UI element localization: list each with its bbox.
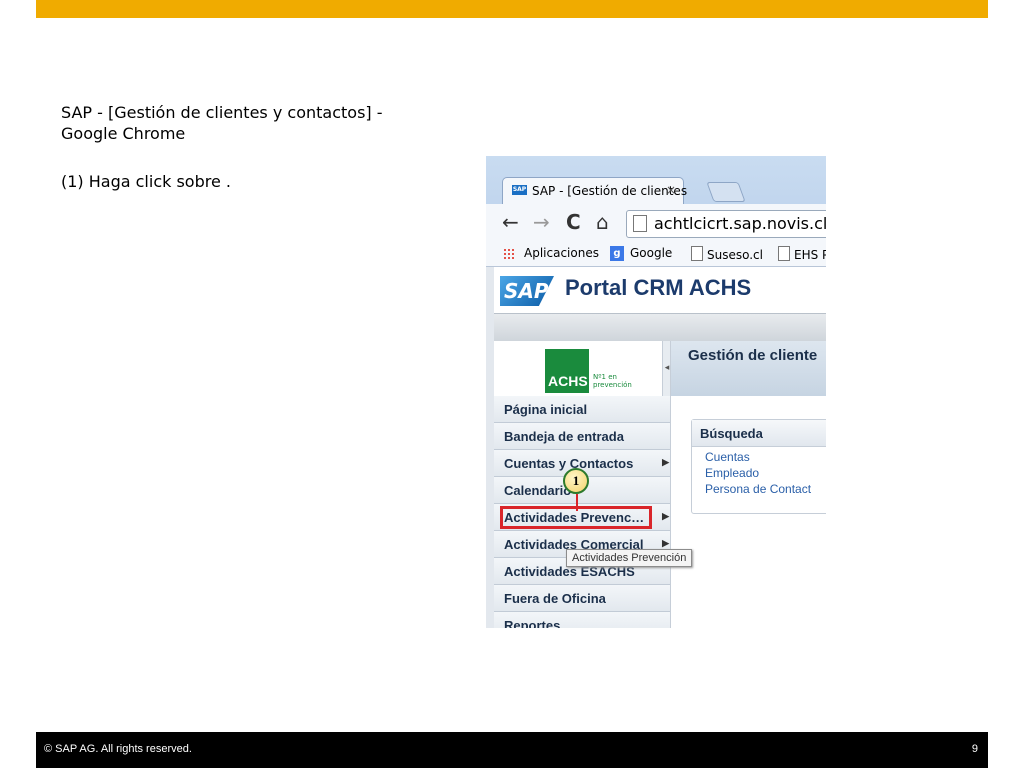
forward-icon[interactable]: → (533, 211, 550, 233)
bookmark-google[interactable]: Google (630, 246, 672, 260)
page-icon (778, 246, 790, 261)
back-icon[interactable]: ← (502, 211, 519, 233)
work-area: Gestión de cliente Búsqueda Cuentas Empl… (670, 341, 826, 628)
nav-item-actividades-prevencion[interactable]: Actividades Prevenc… ▶ (494, 504, 679, 531)
browser-screenshot: SAP SAP - [Gestión de clientes × ← → C ⌂… (486, 156, 826, 628)
tab-title: SAP - [Gestión de clientes (532, 184, 688, 198)
slide-title: SAP - [Gestión de clientes y contactos] … (61, 103, 383, 143)
work-area-title: Gestión de cliente (688, 347, 818, 364)
step-marker: 1 (563, 468, 589, 494)
home-icon[interactable]: ⌂ (596, 211, 609, 233)
footer-copyright: © SAP AG. All rights reserved. (44, 743, 192, 755)
submenu-arrow-icon: ▶ (662, 457, 669, 467)
portal-toolbar (494, 313, 826, 341)
portal-header: SAP Portal CRM ACHS (486, 267, 826, 313)
bookmark-suseso[interactable]: Suseso.cl (691, 246, 763, 262)
slide-footer: © SAP AG. All rights reserved. 9 (36, 732, 988, 768)
page-icon (633, 215, 647, 232)
work-area-header: Gestión de cliente (671, 341, 826, 396)
address-bar[interactable]: achtlcicrt.sap.novis.cl:80 (626, 210, 826, 238)
achs-tagline: Nº1 en prevención (593, 373, 632, 389)
nav-item-reportes[interactable]: Reportes (494, 612, 679, 628)
navigation-menu: Página inicial Bandeja de entrada Cuenta… (494, 396, 679, 628)
search-panel: Búsqueda Cuentas Empleado Persona de Con… (691, 419, 826, 514)
step-instruction: (1) Haga click sobre . (61, 172, 231, 191)
new-tab-button[interactable] (706, 182, 746, 202)
nav-item-bandeja-entrada[interactable]: Bandeja de entrada (494, 423, 679, 450)
portal-title: Portal CRM ACHS (565, 275, 752, 300)
bookmarks-bar: Aplicaciones g Google Suseso.cl EHS P (486, 242, 826, 267)
bookmark-aplicaciones[interactable]: Aplicaciones (524, 246, 599, 260)
submenu-arrow-icon: ▶ (662, 538, 669, 548)
top-accent-bar (36, 0, 988, 18)
nav-item-pagina-inicial[interactable]: Página inicial (494, 396, 679, 423)
submenu-arrow-icon: ▶ (662, 511, 669, 521)
sap-favicon-icon: SAP (512, 185, 527, 195)
browser-toolbar: ← → C ⌂ achtlcicrt.sap.novis.cl:80 (486, 204, 826, 242)
search-link-cuentas[interactable]: Cuentas (705, 450, 750, 464)
page-icon (691, 246, 703, 261)
address-url: achtlcicrt.sap.novis.cl:80 (654, 214, 826, 233)
sap-logo: SAP (500, 276, 554, 306)
tab-close-icon[interactable]: × (666, 183, 676, 197)
search-link-persona-contacto[interactable]: Persona de Contact (705, 482, 811, 496)
reload-icon[interactable]: C (566, 211, 581, 233)
page-number: 9 (971, 743, 978, 755)
apps-icon (503, 248, 515, 260)
achs-logo: ACHS (545, 349, 589, 393)
browser-tab[interactable]: SAP SAP - [Gestión de clientes × (502, 177, 688, 204)
left-frame-strip (486, 313, 494, 628)
bookmark-ehs[interactable]: EHS P (778, 246, 826, 262)
nav-tooltip: Actividades Prevención (566, 549, 693, 567)
search-link-empleado[interactable]: Empleado (705, 466, 759, 480)
step-marker-line (576, 494, 578, 511)
achs-logo-panel: ACHS Nº1 en prevención (494, 341, 671, 396)
google-icon: g (610, 246, 624, 261)
nav-item-fuera-oficina[interactable]: Fuera de Oficina (494, 585, 679, 612)
search-panel-header: Búsqueda (692, 420, 826, 447)
